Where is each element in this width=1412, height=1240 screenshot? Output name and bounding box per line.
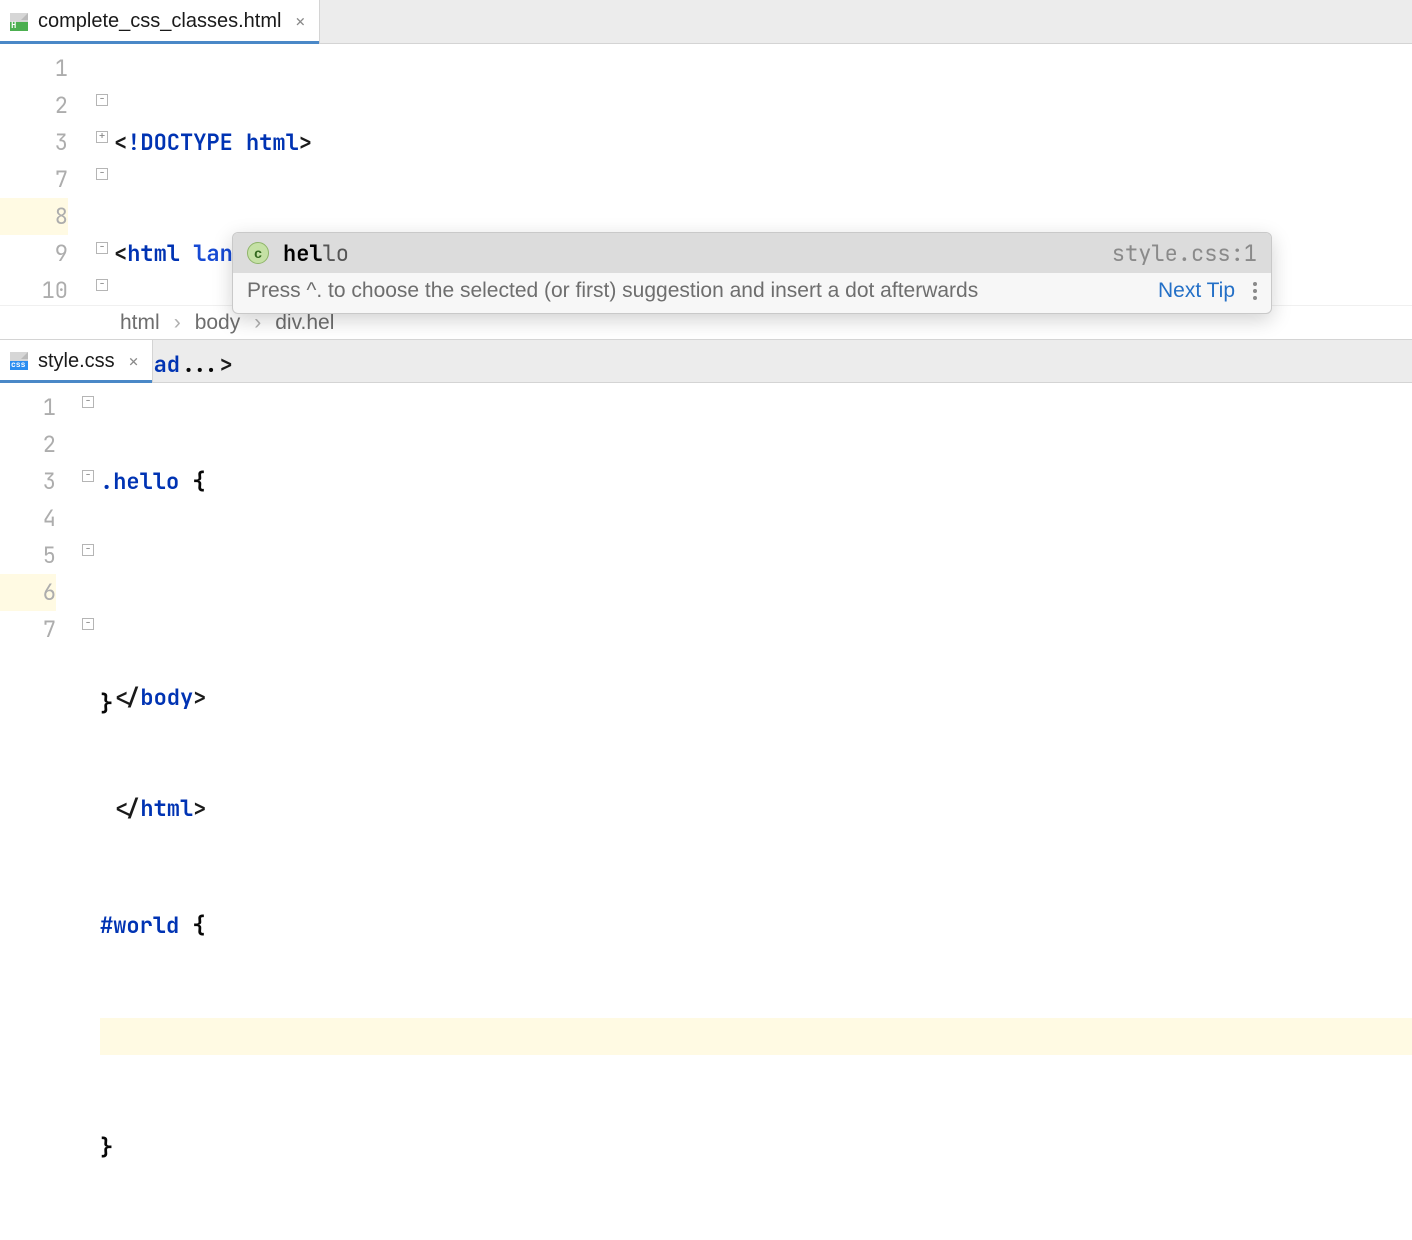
completion-item[interactable]: c hello style.css:1 (233, 233, 1271, 273)
fold-toggle-icon[interactable] (82, 470, 94, 482)
gutter: 1 2 3 4 5 6 7 (0, 383, 82, 648)
fold-toggle-icon[interactable] (96, 242, 108, 254)
fold-toggle-icon[interactable] (96, 279, 108, 291)
completion-location: style.css:1 (1112, 239, 1257, 268)
tab-label: style.css (38, 350, 115, 373)
fold-expand-icon[interactable] (96, 131, 108, 143)
fold-toggle-icon[interactable] (82, 544, 94, 556)
css-file-icon: css (8, 350, 30, 372)
code-area[interactable]: .hello { } #world { } (100, 383, 1412, 648)
css-editor[interactable]: 1 2 3 4 5 6 7 .hello { } #world { } (0, 383, 1412, 648)
completion-hint: Press ^. to choose the selected (or firs… (247, 279, 978, 303)
html-file-icon: H (8, 11, 30, 33)
tab-html-file[interactable]: H complete_css_classes.html ✕ (0, 0, 320, 43)
gutter: 1 2 3 7 8 9 10 (0, 44, 96, 305)
close-icon[interactable]: ✕ (295, 11, 305, 32)
tab-css-file[interactable]: css style.css ✕ (0, 340, 153, 382)
tab-label: complete_css_classes.html (38, 10, 281, 33)
code-completion-popup: c hello style.css:1 Press ^. to choose t… (232, 232, 1272, 314)
more-options-icon[interactable] (1253, 282, 1257, 300)
tab-bar-top: H complete_css_classes.html ✕ (0, 0, 1412, 44)
fold-toggle-icon[interactable] (82, 396, 94, 408)
fold-toggle-icon[interactable] (96, 168, 108, 180)
fold-toggle-icon[interactable] (96, 94, 108, 106)
next-tip-link[interactable]: Next Tip (1158, 279, 1235, 303)
close-icon[interactable]: ✕ (129, 351, 139, 372)
class-icon: c (247, 242, 269, 264)
completion-text: hello (283, 239, 349, 268)
fold-toggle-icon[interactable] (82, 618, 94, 630)
